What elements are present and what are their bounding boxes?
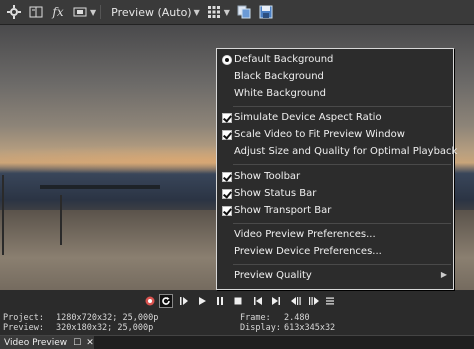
menu-separator (233, 223, 451, 224)
split-screen-icon[interactable] (28, 4, 44, 20)
checkbox-checked-icon (222, 206, 232, 216)
menu-separator (233, 164, 451, 165)
menu-item-label: Preview Quality (234, 270, 312, 281)
menu-item-preview-quality[interactable]: Preview Quality ▶ (217, 268, 453, 285)
preview-context-menu: Default Background Black Background Whit… (216, 48, 457, 290)
checkbox-checked-icon (222, 113, 232, 123)
menu-item-label: Show Transport Bar (234, 205, 332, 216)
menu-item-black-background[interactable]: Black Background (217, 69, 453, 86)
menu-separator (233, 106, 451, 107)
play-icon[interactable] (195, 294, 209, 308)
record-icon[interactable] (143, 294, 157, 308)
overlay-dropdown-arrow-icon[interactable]: ▼ (90, 8, 96, 17)
submenu-arrow-icon: ▶ (440, 270, 447, 279)
menu-item-label: Show Toolbar (234, 171, 301, 182)
grid-dropdown-arrow-icon[interactable]: ▼ (224, 8, 230, 17)
menu-item-scale-video[interactable]: Scale Video to Fit Preview Window (217, 127, 453, 144)
status-bar: Project: 1280x720x32; 25,000p Preview: 3… (0, 312, 474, 334)
overlay-icon[interactable] (72, 4, 88, 20)
frame-label: Frame: (240, 313, 271, 323)
menu-item-label: Default Background (234, 54, 334, 65)
fx-icon[interactable]: fx (50, 4, 66, 20)
toolbar-separator (100, 5, 102, 19)
go-to-start-icon[interactable] (251, 294, 265, 308)
docked-tab-bar: Video Preview ☐ ✕ (0, 335, 474, 349)
go-to-end-icon[interactable] (269, 294, 283, 308)
lamp-post (2, 175, 4, 255)
stop-icon[interactable] (231, 294, 245, 308)
undock-icon[interactable]: ☐ (73, 338, 81, 348)
menu-item-video-preview-preferences[interactable]: Video Preview Preferences... (217, 227, 453, 244)
lamp-post (60, 195, 62, 245)
preview-label: Preview: (3, 323, 44, 333)
menu-item-label: Adjust Size and Quality for Optimal Play… (234, 146, 458, 157)
play-from-start-icon[interactable] (177, 294, 191, 308)
menu-separator (233, 264, 451, 265)
frame-value: 2.480 (284, 313, 310, 323)
save-snapshot-icon[interactable] (258, 4, 274, 20)
menu-item-label: Black Background (234, 71, 324, 82)
preview-mode-dropdown[interactable]: Preview (Auto) (111, 6, 191, 19)
transport-bar (0, 291, 474, 311)
menu-item-label: Preview Device Preferences... (234, 246, 382, 257)
menu-item-label: Simulate Device Aspect Ratio (234, 112, 382, 123)
menu-item-adjust-size-quality[interactable]: Adjust Size and Quality for Optimal Play… (217, 144, 457, 161)
menu-item-simulate-aspect-ratio[interactable]: Simulate Device Aspect Ratio (217, 110, 453, 127)
close-icon[interactable]: ✕ (86, 338, 94, 348)
gear-icon[interactable] (6, 4, 22, 20)
menu-item-show-transport-bar[interactable]: Show Transport Bar (217, 203, 453, 220)
menu-item-default-background[interactable]: Default Background (217, 52, 453, 69)
menu-item-label: White Background (234, 88, 326, 99)
menu-item-show-status-bar[interactable]: Show Status Bar (217, 186, 453, 203)
menu-item-label: Video Preview Preferences... (234, 229, 376, 240)
radio-selected-icon (222, 55, 232, 65)
menu-item-show-toolbar[interactable]: Show Toolbar (217, 169, 453, 186)
more-icon[interactable] (323, 294, 337, 308)
menu-item-label: Show Status Bar (234, 188, 317, 199)
next-frame-icon[interactable] (307, 294, 321, 308)
tab-video-preview[interactable]: Video Preview ☐ ✕ (0, 336, 94, 349)
menu-item-preview-device-preferences[interactable]: Preview Device Preferences... (217, 244, 453, 261)
display-value: 613x345x32 (284, 323, 336, 333)
checkbox-checked-icon (222, 172, 232, 182)
preview-toolbar: fx ▼ Preview (Auto) ▼ ▼ (0, 0, 474, 25)
project-label: Project: (3, 313, 44, 323)
pier (40, 185, 160, 189)
display-label: Display: (240, 323, 281, 333)
copy-snapshot-icon[interactable] (236, 4, 252, 20)
preview-value: 320x180x32; 25,000p (56, 323, 154, 333)
loop-icon[interactable] (159, 294, 173, 308)
menu-item-label: Scale Video to Fit Preview Window (234, 129, 405, 140)
project-value: 1280x720x32; 25,000p (56, 313, 159, 323)
tab-label: Video Preview (4, 337, 68, 348)
menu-item-white-background[interactable]: White Background (217, 86, 453, 103)
preview-mode-arrow-icon[interactable]: ▼ (194, 8, 200, 17)
checkbox-checked-icon (222, 130, 232, 140)
previous-frame-icon[interactable] (289, 294, 303, 308)
checkbox-checked-icon (222, 189, 232, 199)
grid-icon[interactable] (206, 4, 222, 20)
pause-icon[interactable] (213, 294, 227, 308)
